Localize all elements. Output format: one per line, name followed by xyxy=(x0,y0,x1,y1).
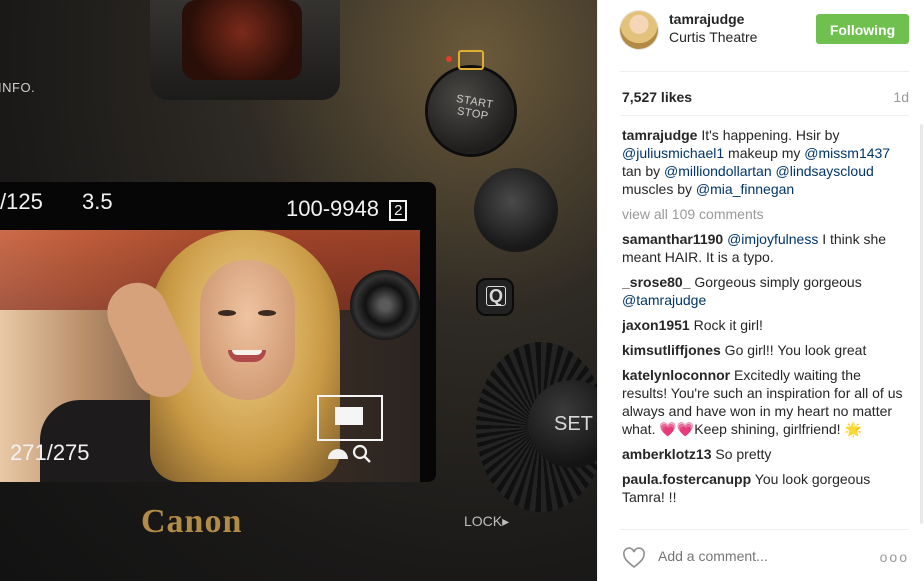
comment-text: Rock it girl! xyxy=(689,317,763,333)
heart-icon[interactable] xyxy=(622,547,646,569)
info-button-label: INFO. xyxy=(0,80,36,95)
post-photo[interactable]: INFO. START STOP Q SET /125 3.5 100-9948… xyxy=(0,0,597,581)
canon-logo: Canon xyxy=(141,503,243,540)
photographer-lens xyxy=(350,270,420,340)
post-header: tamrajudge Curtis Theatre Following xyxy=(598,0,924,60)
focus-frame-inner xyxy=(335,407,363,425)
lcd-shutter-speed: /125 xyxy=(0,189,43,214)
comment-text: Go girl!! You look great xyxy=(720,342,867,358)
focus-frame xyxy=(317,395,383,441)
magnify-icon xyxy=(352,444,371,463)
comment-text: tan by xyxy=(622,163,665,179)
post-caption: tamrajudge It's happening. Hsir by @juli… xyxy=(622,126,904,198)
mention-link[interactable]: @missm1437 xyxy=(804,145,890,161)
comment-item: _srose80_ Gorgeous simply gorgeous @tamr… xyxy=(622,273,904,309)
subject-face xyxy=(200,260,295,400)
lock-label: LOCK▸ xyxy=(464,513,510,529)
mention-link[interactable]: @juliusmichael1 xyxy=(622,145,724,161)
following-button[interactable]: Following xyxy=(816,14,909,44)
viewfinder xyxy=(182,0,302,80)
comments-scrollbar[interactable] xyxy=(920,124,923,524)
post-username[interactable]: tamrajudge xyxy=(669,11,744,27)
set-button-label: SET xyxy=(554,413,593,435)
comment-item: amberklotz13 So pretty xyxy=(622,445,904,463)
comment-text: So pretty xyxy=(711,446,772,462)
subject-eye-left xyxy=(218,310,236,316)
comment-text: makeup my xyxy=(724,145,805,161)
more-options-icon[interactable]: ooo xyxy=(880,549,909,565)
subject-eye-right xyxy=(258,310,276,316)
comment-username[interactable]: amberklotz13 xyxy=(622,446,711,462)
likes-divider xyxy=(620,115,909,116)
comment-item: samanthar1190 @imjoyfulness I think she … xyxy=(622,230,904,266)
subject-teeth xyxy=(232,350,262,355)
comment-item: katelynloconnor Excitedly waiting the re… xyxy=(622,366,904,438)
comment-text: muscles by xyxy=(622,181,696,197)
comment-item: kimsutliffjones Go girl!! You look great xyxy=(622,341,904,359)
mention-link[interactable]: @mia_finnegan xyxy=(696,181,794,197)
lcd-card-slot: 2 xyxy=(389,199,408,221)
comment-text: It's happening. Hsir by xyxy=(697,127,840,143)
lcd-file-number: 100-9948 2 xyxy=(286,196,408,222)
footer-divider xyxy=(620,529,909,530)
post-location[interactable]: Curtis Theatre xyxy=(669,29,757,45)
record-dot-icon xyxy=(446,56,452,62)
white-balance-icon xyxy=(328,449,348,459)
comment-item: paula.fostercanupp You look gorgeous Tam… xyxy=(622,470,904,506)
post-age: 1d xyxy=(893,89,909,105)
comment-text: Gorgeous simply gorgeous xyxy=(690,274,862,290)
comment-username[interactable]: paula.fostercanupp xyxy=(622,471,751,487)
comment-username[interactable]: _srose80_ xyxy=(622,274,691,290)
lcd-file-number-value: 100-9948 xyxy=(286,196,379,221)
camera-mode-icon xyxy=(458,50,484,70)
mention-link[interactable]: @milliondollartan xyxy=(664,163,772,179)
mention-link[interactable]: @tamrajudge xyxy=(622,292,706,308)
lcd-shot-count: 271/275 xyxy=(10,440,90,465)
multi-controller xyxy=(474,168,558,252)
lcd-aperture: 3.5 xyxy=(82,189,113,214)
comment-text: Keep shining, girlfriend! xyxy=(694,421,845,437)
caption-username[interactable]: tamrajudge xyxy=(622,127,697,143)
comment-item: jaxon1951 Rock it girl! xyxy=(622,316,904,334)
comment-list: tamrajudge It's happening. Hsir by @juli… xyxy=(622,126,904,526)
mention-link[interactable]: @imjoyfulness xyxy=(727,231,818,247)
mention-link[interactable]: @lindsayscloud xyxy=(776,163,874,179)
add-comment-input[interactable] xyxy=(656,547,860,565)
comment-username[interactable]: samanthar1190 xyxy=(622,231,723,247)
q-button-label: Q xyxy=(486,286,507,306)
post-sidebar: tamrajudge Curtis Theatre Following 7,52… xyxy=(597,0,924,581)
heart-emoji-icon: 💗💗 xyxy=(659,421,695,437)
comment-username[interactable]: katelynloconnor xyxy=(622,367,730,383)
likes-count[interactable]: 7,527 likes xyxy=(622,89,692,105)
avatar[interactable] xyxy=(620,11,658,49)
header-divider xyxy=(620,71,909,72)
comment-username[interactable]: jaxon1951 xyxy=(622,317,690,333)
view-all-comments-link[interactable]: view all 109 comments xyxy=(622,205,904,223)
star-emoji-icon: 🌟 xyxy=(844,421,862,437)
comment-username[interactable]: kimsutliffjones xyxy=(622,342,721,358)
